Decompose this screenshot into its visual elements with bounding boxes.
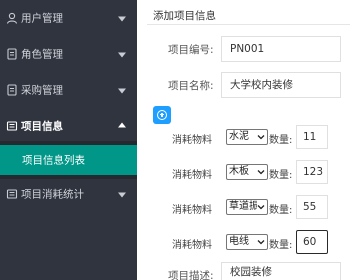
material-label: 消耗物料 (172, 205, 212, 216)
form-title: 添加项目信息 (153, 10, 216, 22)
material-label: 消耗物料 (172, 170, 212, 181)
plus-circle-icon (157, 110, 167, 120)
sidebar-item-user-management[interactable]: 用户管理 (0, 0, 137, 36)
quantity-label: 数量: (269, 170, 293, 181)
material-select[interactable]: 电线 (226, 234, 268, 250)
chevron-down-icon (257, 240, 265, 245)
quantity-input[interactable]: 11 (296, 125, 328, 149)
material-select[interactable]: 草道振 (226, 199, 268, 215)
quantity-input[interactable]: 123 (296, 160, 328, 184)
quantity-label: 数量: (269, 240, 293, 251)
material-select-value: 水泥 (229, 131, 249, 142)
material-select[interactable]: 水泥 (226, 129, 268, 145)
material-select-value: 电线 (229, 236, 249, 247)
chevron-down-icon (118, 52, 126, 58)
material-label: 消耗物料 (172, 240, 212, 251)
project-name-input[interactable]: 大学校内装修 (221, 72, 341, 98)
document-icon (6, 84, 18, 96)
quantity-input[interactable]: 55 (296, 195, 328, 219)
chevron-up-icon (118, 122, 126, 128)
sidebar-item-project-consumption[interactable]: 项目消耗统计 (0, 176, 137, 212)
sidebar-subitem-label: 项目信息列表 (22, 154, 85, 167)
sidebar-item-role-management[interactable]: 角色管理 (0, 36, 137, 72)
project-name-label: 项目名称: (168, 80, 214, 92)
sidebar-item-purchase-management[interactable]: 采购管理 (0, 72, 137, 108)
divider (147, 24, 350, 25)
material-select[interactable]: 木板 (226, 164, 268, 180)
add-material-button[interactable] (153, 106, 171, 124)
sidebar: 用户管理 角色管理 采购管理 项目信息 项目信息列表 项目消耗统计 (0, 0, 137, 280)
sidebar-item-label: 角色管理 (21, 48, 63, 61)
chevron-down-icon (257, 170, 265, 175)
quantity-input[interactable]: 60 (296, 230, 328, 254)
chevron-down-icon (118, 192, 126, 198)
material-select-value: 草道振 (229, 201, 257, 212)
sidebar-item-label: 用户管理 (21, 12, 63, 25)
chevron-down-icon (118, 16, 126, 22)
sidebar-item-label: 采购管理 (21, 84, 63, 97)
sidebar-subitem-project-list[interactable]: 项目信息列表 (0, 145, 137, 175)
document-icon (6, 48, 18, 60)
project-no-input[interactable]: PN001 (221, 36, 341, 62)
list-icon (6, 120, 18, 132)
chevron-down-icon (257, 135, 265, 140)
list-icon (6, 188, 18, 200)
chevron-down-icon (118, 88, 126, 94)
description-input[interactable]: 校园装修 (221, 262, 341, 280)
quantity-label: 数量: (269, 135, 293, 146)
chevron-down-icon (257, 205, 265, 210)
sidebar-item-project-info[interactable]: 项目信息 (0, 108, 137, 144)
sidebar-item-label: 项目信息 (21, 120, 63, 133)
user-icon (6, 12, 18, 24)
material-select-value: 木板 (229, 166, 249, 177)
description-label: 项目描述: (168, 270, 214, 280)
quantity-label: 数量: (269, 205, 293, 216)
project-no-label: 项目编号: (168, 44, 214, 56)
material-label: 消耗物料 (172, 135, 212, 146)
form-panel: 添加项目信息 项目编号: PN001 项目名称: 大学校内装修 消耗物料 水泥 … (137, 0, 350, 280)
sidebar-item-label: 项目消耗统计 (21, 188, 84, 201)
